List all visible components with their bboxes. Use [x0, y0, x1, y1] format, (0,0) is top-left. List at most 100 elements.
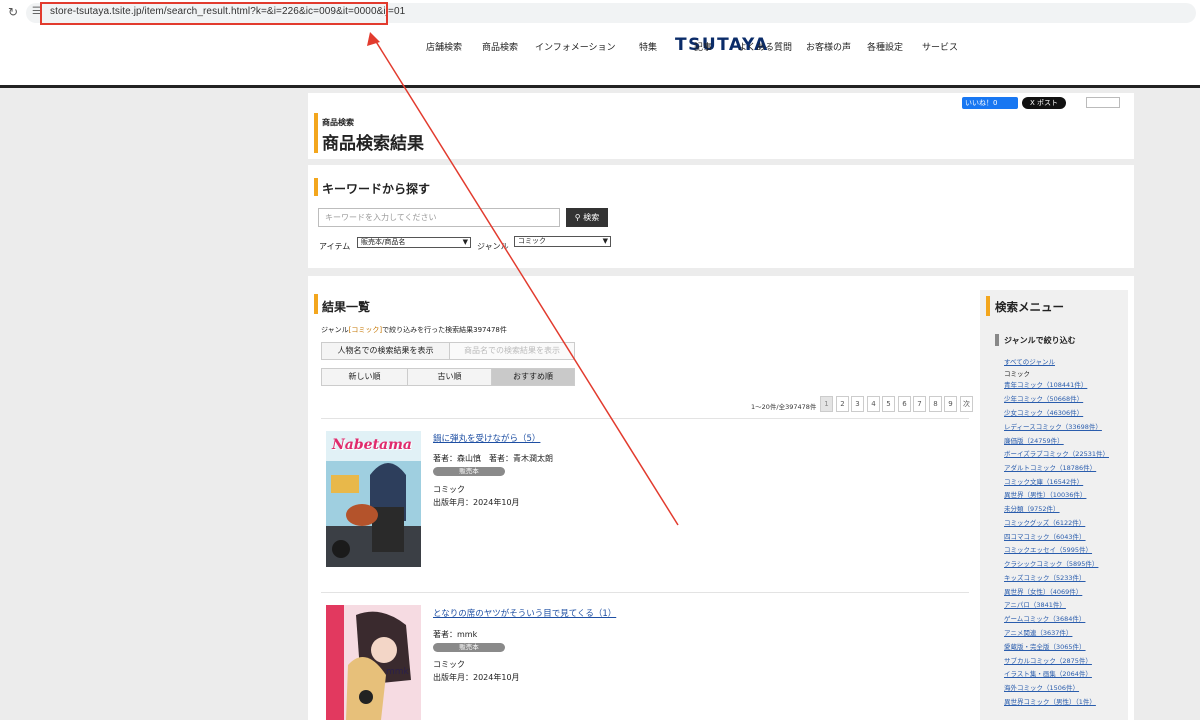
item-badge-2: 販売本	[433, 643, 505, 652]
keyword-search-input[interactable]: キーワードを入力してください	[318, 208, 560, 227]
x-post-label: X ポスト	[1029, 99, 1059, 107]
genre-label: ジャンル	[477, 242, 509, 251]
broken-image-icon	[1086, 97, 1120, 108]
genre-link[interactable]: キッズコミック（5233件）	[1004, 572, 1086, 582]
sort-tabs: 新しい順 古い順 おすすめ順	[321, 368, 575, 386]
keyword-accent	[314, 178, 318, 196]
page-3[interactable]: 3	[851, 396, 864, 412]
item-select[interactable]: 販売本/商品名 ▼	[357, 237, 471, 248]
page-9[interactable]: 9	[944, 396, 957, 412]
chevron-down-icon: ▼	[462, 238, 468, 246]
genre-link[interactable]: コミックエッセイ（5995件）	[1004, 544, 1092, 554]
item-date-1: 出版年月：2024年10月	[433, 498, 520, 507]
results-summary-genre: [コミック]	[348, 326, 383, 334]
browser-toolbar: ↻ ☰ store-tsutaya.tsite.jp/item/search_r…	[0, 0, 1200, 26]
reload-icon[interactable]: ↻	[8, 5, 18, 19]
item-divider	[321, 592, 969, 593]
chevron-down-icon: ▼	[602, 237, 608, 245]
results-accent	[314, 294, 318, 314]
genre-link[interactable]: 愛蔵版・完全版（3065件）	[1004, 641, 1086, 651]
genre-link[interactable]: ボーイズラブコミック（22531件）	[1004, 448, 1109, 458]
nav-item-faq[interactable]: よくある質問	[738, 40, 792, 53]
genre-link[interactable]: 青年コミック（108441件）	[1004, 379, 1087, 389]
nav-item-features[interactable]: 特集	[639, 40, 657, 53]
search-button[interactable]: ⚲ 検索	[566, 208, 608, 227]
genre-link[interactable]: アニパロ（3841件）	[1004, 599, 1066, 609]
page-6[interactable]: 6	[898, 396, 911, 412]
page-next[interactable]: 次	[960, 396, 973, 412]
item-date-2: 出版年月：2024年10月	[433, 673, 520, 682]
x-post-button[interactable]: X ポスト	[1022, 97, 1066, 109]
sort-oldest-button[interactable]: 古い順	[407, 369, 491, 385]
item-title-2[interactable]: となりの席のヤツがそういう目で見てくる（1）	[433, 607, 616, 619]
genre-link[interactable]: 四コマコミック（6043件）	[1004, 531, 1086, 541]
nav-item-articles[interactable]: 記事	[694, 40, 712, 53]
results-summary-suffix: で絞り込みを行った検索結果397478件	[382, 326, 507, 334]
keyword-heading: キーワードから探す	[322, 182, 431, 196]
facebook-like-button[interactable]: いいね！0	[962, 97, 1018, 109]
genre-link[interactable]: アダルトコミック（18786件）	[1004, 462, 1096, 472]
genre-filter-accent	[995, 334, 999, 346]
item-genre-1: コミック	[433, 485, 465, 494]
tab-product-results[interactable]: 商品名での検索結果を表示	[449, 343, 574, 359]
search-menu-title: 検索メニュー	[995, 300, 1064, 314]
sort-recommended-button[interactable]: おすすめ順	[491, 369, 574, 385]
item-author-1: 著者：森山慎 著者：青木潤太朗	[433, 454, 553, 463]
results-divider	[321, 418, 969, 419]
breadcrumb: 商品検索	[322, 118, 354, 127]
facebook-like-label: いいね！0	[965, 99, 998, 107]
genre-link[interactable]: 廉価版（24759件）	[1004, 435, 1064, 445]
genre-link[interactable]: クラシックコミック（5895件）	[1004, 558, 1098, 568]
nav-item-information[interactable]: インフォメーション	[535, 40, 616, 53]
genre-select[interactable]: コミック ▼	[514, 236, 611, 247]
item-cover-1[interactable]: Nabetama	[326, 431, 421, 567]
genre-link[interactable]: サブカルコミック（2875件）	[1004, 655, 1092, 665]
page-title: 商品検索結果	[322, 134, 424, 154]
genre-link[interactable]: アニメ関連（3637件）	[1004, 627, 1072, 637]
nav-item-voice[interactable]: お客様の声	[806, 40, 851, 53]
cover-art-2	[326, 605, 421, 720]
search-menu-accent	[986, 296, 990, 316]
cover-title-1: Nabetama	[332, 437, 412, 453]
genre-link[interactable]: 異世界（男性）（10036件）	[1004, 489, 1086, 499]
search-button-label: 検索	[583, 213, 600, 222]
page-1[interactable]: 1	[820, 396, 833, 412]
page-2[interactable]: 2	[836, 396, 849, 412]
nav-item-settings[interactable]: 各種設定	[867, 40, 903, 53]
page-4[interactable]: 4	[867, 396, 880, 412]
genre-link[interactable]: 少女コミック（46306件）	[1004, 407, 1083, 417]
nav-item-product-search[interactable]: 商品検索	[482, 40, 518, 53]
genre-link[interactable]: コミックグッズ（6122件）	[1004, 517, 1085, 527]
item-label: アイテム	[319, 242, 351, 251]
site-header: TSUTAYA	[0, 26, 1200, 88]
cover-title-2: mmk	[386, 667, 409, 677]
sort-newest-button[interactable]: 新しい順	[322, 369, 407, 385]
item-cover-2[interactable]: mmk	[326, 605, 421, 720]
page-8[interactable]: 8	[929, 396, 942, 412]
genre-link[interactable]: 異世界（女性）（4069件）	[1004, 586, 1082, 596]
genre-link[interactable]: イラスト集・画集（2064件）	[1004, 668, 1092, 678]
genre-link[interactable]: 異世界コミック（男性）（1件）	[1004, 696, 1096, 706]
nav-item-services[interactable]: サービス	[922, 40, 958, 53]
genre-filter-title: ジャンルで絞り込む	[1004, 336, 1076, 345]
search-type-tabs: 人物名での検索結果を表示 商品名での検索結果を表示	[321, 342, 575, 360]
genre-link[interactable]: レディースコミック（33698件）	[1004, 421, 1102, 431]
genre-link[interactable]: コミック文庫（16542件）	[1004, 476, 1083, 486]
item-select-value: 販売本/商品名	[361, 238, 406, 246]
tab-person-results[interactable]: 人物名での検索結果を表示	[322, 343, 449, 359]
genre-link[interactable]: 海外コミック（1506件）	[1004, 682, 1079, 692]
page-7[interactable]: 7	[913, 396, 926, 412]
genre-link[interactable]: ゲームコミック（3684件）	[1004, 613, 1085, 623]
genre-link[interactable]: 未分類（9752件）	[1004, 503, 1060, 513]
item-title-1[interactable]: 鍋に弾丸を受けながら（5）	[433, 432, 540, 444]
page-5[interactable]: 5	[882, 396, 895, 412]
genre-link-all[interactable]: すべてのジャンル	[1004, 356, 1055, 366]
item-badge-1: 販売本	[433, 467, 505, 476]
genre-current: コミック	[1004, 370, 1030, 378]
nav-item-store-search[interactable]: 店舗検索	[426, 40, 462, 53]
url-highlight-box	[40, 2, 388, 25]
genre-link[interactable]: 少年コミック（50668件）	[1004, 393, 1083, 403]
results-summary: ジャンル[コミック]で絞り込みを行った検索結果397478件	[321, 325, 507, 335]
pager-summary: 1〜20件/全397478件	[751, 403, 817, 411]
item-genre-2: コミック	[433, 660, 465, 669]
